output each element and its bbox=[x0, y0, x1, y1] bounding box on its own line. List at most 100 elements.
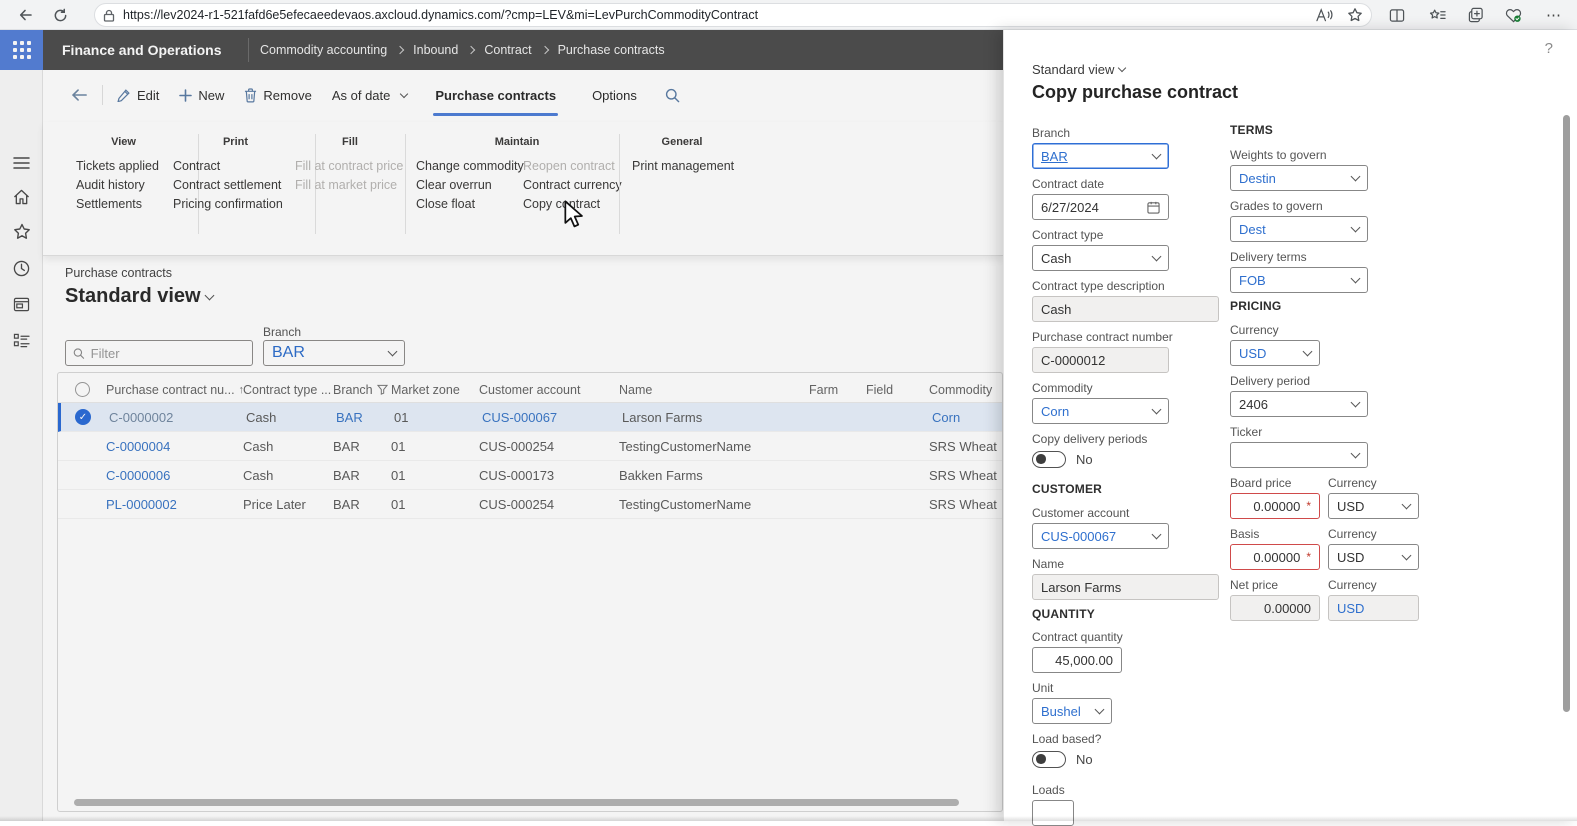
read-aloud-icon[interactable] bbox=[1316, 8, 1333, 22]
url-text[interactable]: https://lev2024-r1-521fafd6e5efecaeedeva… bbox=[123, 8, 1316, 22]
contract-date-input[interactable]: 6/27/2024 bbox=[1032, 194, 1169, 220]
load-based-toggle[interactable] bbox=[1032, 751, 1066, 768]
contract-currency-button[interactable]: Contract currency bbox=[523, 176, 622, 195]
unit-select[interactable]: Bushel bbox=[1032, 698, 1112, 724]
basis-currency-select[interactable]: USD bbox=[1328, 544, 1419, 570]
list-page: Purchase contracts Standard view Branch … bbox=[43, 256, 1003, 821]
breadcrumb-item[interactable]: Inbound bbox=[413, 43, 458, 57]
branch-filter-select[interactable]: BAR bbox=[263, 340, 405, 366]
column-header-name[interactable]: Name bbox=[619, 383, 809, 397]
delivery-terms-select[interactable]: FOB bbox=[1230, 267, 1368, 293]
contract-number-link[interactable]: C-0000002 bbox=[109, 410, 246, 425]
collections-icon[interactable] bbox=[1464, 3, 1488, 27]
close-float-button[interactable]: Close float bbox=[416, 195, 524, 214]
grid-filter[interactable] bbox=[65, 340, 253, 366]
print-management-button[interactable]: Print management bbox=[632, 157, 734, 176]
board-price-currency-select[interactable]: USD bbox=[1328, 493, 1419, 519]
contract-type-select[interactable]: Cash bbox=[1032, 245, 1169, 271]
calendar-icon[interactable] bbox=[1147, 201, 1160, 214]
modules-list-icon[interactable] bbox=[9, 328, 34, 353]
pricing-confirmation-button[interactable]: Pricing confirmation bbox=[173, 195, 283, 214]
group-print-label: Print bbox=[173, 136, 298, 148]
loads-input[interactable] bbox=[1032, 800, 1074, 826]
delivery-period-select[interactable]: 2406 bbox=[1230, 391, 1368, 417]
commodity-select[interactable]: Corn bbox=[1032, 398, 1169, 424]
action-search-button[interactable] bbox=[655, 80, 690, 110]
tab-options[interactable]: Options bbox=[586, 80, 643, 110]
browser-essentials-icon[interactable] bbox=[1501, 3, 1525, 27]
column-header-customer[interactable]: Customer account bbox=[479, 383, 619, 397]
customer-link[interactable]: CUS-000067 bbox=[482, 410, 622, 425]
recent-clock-icon[interactable] bbox=[9, 256, 34, 281]
contract-quantity-input[interactable]: 45,000.00 bbox=[1032, 647, 1122, 673]
browser-menu-icon[interactable]: ⋯ bbox=[1542, 3, 1566, 27]
view-selector[interactable]: Standard view bbox=[65, 285, 213, 308]
hamburger-menu-icon[interactable] bbox=[9, 150, 34, 175]
vertical-scrollbar[interactable] bbox=[1563, 115, 1570, 712]
column-header-branch[interactable]: Branch bbox=[333, 383, 391, 397]
search-icon bbox=[73, 347, 85, 360]
quantity-section-header: QUANTITY bbox=[1032, 607, 1095, 621]
remove-button[interactable]: Remove bbox=[234, 80, 321, 110]
column-header-farm[interactable]: Farm bbox=[809, 383, 866, 397]
as-of-date-button[interactable]: As of date bbox=[322, 80, 418, 110]
breadcrumb-item[interactable]: Purchase contracts bbox=[558, 43, 665, 57]
contract-number-link[interactable]: C-0000006 bbox=[106, 468, 243, 483]
breadcrumb-item[interactable]: Commodity accounting bbox=[260, 43, 387, 57]
table-row[interactable]: C-0000006 Cash BAR 01 CUS-000173 Bakken … bbox=[58, 461, 1002, 490]
favorites-bar-icon[interactable] bbox=[1425, 3, 1449, 27]
contract-settlement-button[interactable]: Contract settlement bbox=[173, 176, 283, 195]
app-title[interactable]: Finance and Operations bbox=[62, 30, 221, 70]
workspaces-icon[interactable] bbox=[9, 292, 34, 317]
tab-purchase-contracts[interactable]: Purchase contracts bbox=[429, 80, 562, 110]
contract-quantity-field: Contract quantity 45,000.00 bbox=[1032, 630, 1122, 673]
action-pane: Edit New Remove As of date Purchase cont… bbox=[43, 70, 1003, 122]
customer-account-select[interactable]: CUS-000067 bbox=[1032, 523, 1169, 549]
favorites-star-icon[interactable] bbox=[9, 219, 34, 244]
table-row[interactable]: C-0000004 Cash BAR 01 CUS-000254 Testing… bbox=[58, 432, 1002, 461]
browser-back-icon[interactable] bbox=[14, 3, 38, 27]
favorite-star-icon[interactable] bbox=[1347, 7, 1363, 23]
grades-to-govern-select[interactable]: Dest bbox=[1230, 216, 1368, 242]
currency-select[interactable]: USD bbox=[1230, 340, 1320, 366]
dialog-view-selector[interactable]: Standard view bbox=[1032, 62, 1125, 77]
browser-refresh-icon[interactable] bbox=[48, 3, 72, 27]
column-header-number[interactable]: Purchase contract nu...↑ bbox=[106, 383, 243, 397]
split-screen-icon[interactable] bbox=[1385, 3, 1409, 27]
table-row[interactable]: PL-0000002 Price Later BAR 01 CUS-000254… bbox=[58, 490, 1002, 519]
address-bar[interactable]: https://lev2024-r1-521fafd6e5efecaeedeva… bbox=[94, 3, 1372, 27]
tickets-applied-button[interactable]: Tickets applied bbox=[76, 157, 159, 176]
settlements-button[interactable]: Settlements bbox=[76, 195, 159, 214]
branch-select[interactable]: BAR bbox=[1032, 143, 1169, 169]
filter-input[interactable] bbox=[91, 346, 245, 361]
fill-at-market-price-button: Fill at market price bbox=[295, 176, 403, 195]
basis-input[interactable]: 0.00000* bbox=[1230, 544, 1320, 570]
column-header-zone[interactable]: Market zone bbox=[391, 383, 479, 397]
board-price-input[interactable]: 0.00000* bbox=[1230, 493, 1320, 519]
help-icon[interactable]: ? bbox=[1545, 40, 1553, 57]
column-header-type[interactable]: Contract type ... bbox=[243, 383, 333, 397]
copy-contract-button[interactable]: Copy contract bbox=[523, 195, 622, 214]
app-launcher-icon[interactable] bbox=[0, 30, 43, 70]
row-selected-check-icon[interactable]: ✓ bbox=[75, 409, 91, 425]
audit-history-button[interactable]: Audit history bbox=[76, 176, 159, 195]
table-row[interactable]: ✓ C-0000002 Cash BAR 01 CUS-000067 Larso… bbox=[58, 403, 1002, 432]
contract-number-link[interactable]: C-0000004 bbox=[106, 439, 243, 454]
ticker-select[interactable] bbox=[1230, 442, 1368, 468]
new-button[interactable]: New bbox=[169, 80, 234, 110]
breadcrumb-item[interactable]: Contract bbox=[484, 43, 531, 57]
contract-number-link[interactable]: PL-0000002 bbox=[106, 497, 243, 512]
branch-field: Branch BAR bbox=[1032, 126, 1169, 169]
print-contract-button[interactable]: Contract bbox=[173, 157, 283, 176]
column-header-field[interactable]: Field bbox=[866, 383, 929, 397]
change-commodity-button[interactable]: Change commodity bbox=[416, 157, 524, 176]
copy-delivery-periods-toggle[interactable] bbox=[1032, 451, 1066, 468]
select-all-checkbox[interactable] bbox=[75, 382, 90, 397]
weights-to-govern-select[interactable]: Destin bbox=[1230, 165, 1368, 191]
horizontal-scrollbar[interactable] bbox=[74, 799, 959, 806]
clear-overrun-button[interactable]: Clear overrun bbox=[416, 176, 524, 195]
home-icon[interactable] bbox=[9, 184, 34, 209]
column-header-commodity[interactable]: Commodity bbox=[929, 383, 1003, 397]
edit-button[interactable]: Edit bbox=[107, 80, 169, 110]
back-button[interactable] bbox=[61, 80, 98, 110]
